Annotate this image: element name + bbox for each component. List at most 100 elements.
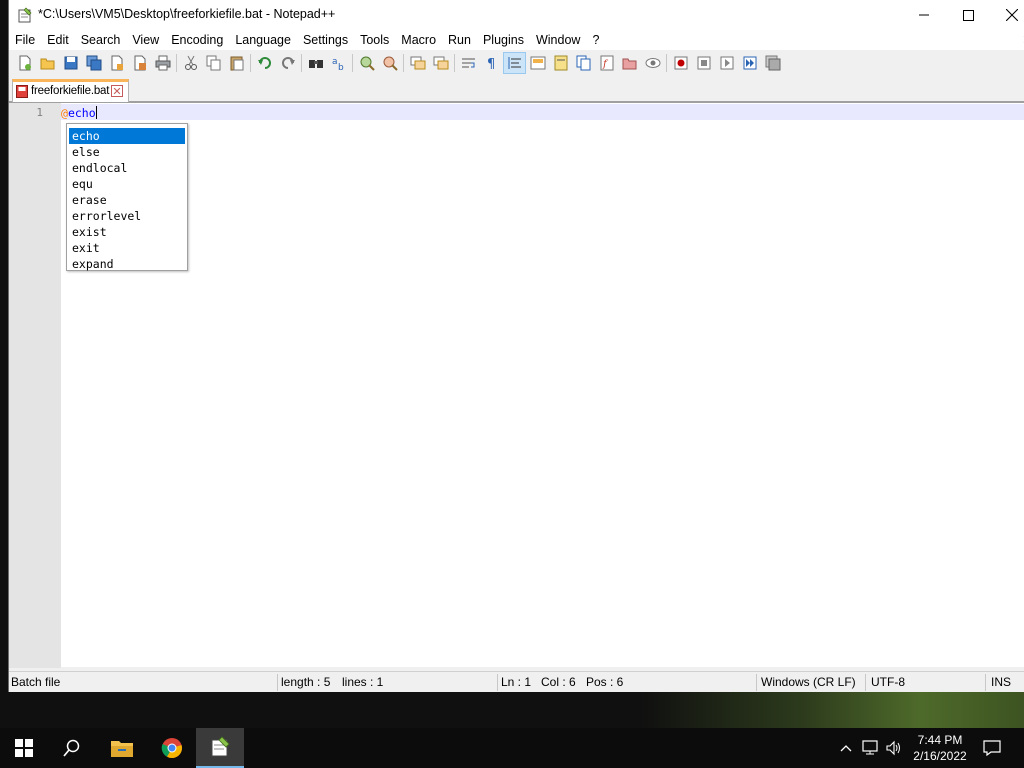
save-icon bbox=[64, 56, 77, 70]
menu-help[interactable]: ? bbox=[586, 30, 605, 50]
autocomplete-item[interactable]: erase bbox=[69, 192, 185, 208]
close-file-icon bbox=[111, 55, 123, 71]
code-line[interactable]: @echo bbox=[61, 105, 97, 121]
zoom-in-icon bbox=[360, 56, 375, 71]
tab-freeforkiefile[interactable]: freeforkiefile.bat bbox=[12, 79, 129, 102]
autocomplete-item[interactable]: exit bbox=[69, 240, 185, 256]
close-icon bbox=[1006, 9, 1018, 21]
svg-text:b: b bbox=[338, 63, 344, 71]
menu-file[interactable]: File bbox=[9, 30, 41, 50]
window-title: *C:\Users\VM5\Desktop\freeforkiefile.bat… bbox=[38, 7, 336, 21]
toolbar: ab ¶ f bbox=[9, 51, 1024, 75]
clock[interactable]: 7:44 PM 2/16/2022 bbox=[906, 732, 974, 764]
close-window-button[interactable] bbox=[989, 0, 1024, 30]
record-macro-button[interactable] bbox=[669, 52, 692, 74]
word-wrap-button[interactable] bbox=[457, 52, 480, 74]
tab-close-icon[interactable] bbox=[111, 85, 123, 97]
autocomplete-item[interactable]: else bbox=[69, 144, 185, 160]
title-bar[interactable]: *C:\Users\VM5\Desktop\freeforkiefile.bat… bbox=[9, 0, 1024, 30]
chrome-button[interactable] bbox=[148, 728, 196, 768]
copy-button[interactable] bbox=[202, 52, 225, 74]
find-button[interactable] bbox=[304, 52, 327, 74]
maximize-button[interactable] bbox=[945, 0, 991, 30]
record-macro-icon bbox=[674, 56, 687, 70]
save-all-button[interactable] bbox=[82, 52, 105, 74]
toolbar-separator bbox=[666, 54, 667, 72]
menu-plugins[interactable]: Plugins bbox=[477, 30, 530, 50]
monitoring-icon bbox=[645, 58, 660, 68]
redo-icon bbox=[281, 57, 295, 69]
volume-button[interactable] bbox=[884, 738, 904, 758]
paste-icon bbox=[230, 56, 243, 71]
menu-run[interactable]: Run bbox=[442, 30, 477, 50]
replace-button[interactable]: ab bbox=[327, 52, 350, 74]
menu-language[interactable]: Language bbox=[229, 30, 297, 50]
file-explorer-button[interactable] bbox=[98, 728, 146, 768]
autocomplete-item[interactable]: errorlevel bbox=[69, 208, 185, 224]
paste-button[interactable] bbox=[225, 52, 248, 74]
toolbar-separator bbox=[352, 54, 353, 72]
redo-button[interactable] bbox=[276, 52, 299, 74]
status-position: Pos : 6 bbox=[586, 675, 624, 689]
autocomplete-item[interactable]: echo bbox=[69, 128, 185, 144]
open-file-button[interactable] bbox=[36, 52, 59, 74]
save-macro-icon bbox=[765, 55, 780, 71]
zoom-in-button[interactable] bbox=[355, 52, 378, 74]
doc-map-button[interactable] bbox=[549, 52, 572, 74]
print-icon bbox=[155, 55, 170, 71]
autocomplete-item[interactable]: exist bbox=[69, 224, 185, 240]
menu-edit[interactable]: Edit bbox=[41, 30, 75, 50]
code-operator: @ bbox=[61, 106, 68, 120]
close-all-button[interactable] bbox=[128, 52, 151, 74]
clock-time: 7:44 PM bbox=[917, 733, 963, 747]
start-button[interactable] bbox=[0, 728, 48, 768]
notepad-plus-plus-taskbar-button[interactable] bbox=[196, 728, 244, 768]
indent-guide-icon bbox=[508, 57, 521, 69]
menu-macro[interactable]: Macro bbox=[395, 30, 442, 50]
document-list-button[interactable] bbox=[572, 52, 595, 74]
playback-macro-button[interactable] bbox=[715, 52, 738, 74]
minimize-button[interactable] bbox=[901, 0, 947, 30]
show-all-characters-button[interactable]: ¶ bbox=[480, 52, 503, 74]
sync-horizontal-button[interactable] bbox=[429, 52, 452, 74]
menu-window[interactable]: Window bbox=[530, 30, 586, 50]
menu-search[interactable]: Search bbox=[75, 30, 127, 50]
autocomplete-item[interactable]: endlocal bbox=[69, 160, 185, 176]
run-macro-multiple-button[interactable] bbox=[738, 52, 761, 74]
show-hidden-icons-button[interactable] bbox=[836, 738, 856, 758]
sync-vertical-button[interactable] bbox=[406, 52, 429, 74]
save-macro-button[interactable] bbox=[761, 52, 784, 74]
close-button[interactable] bbox=[105, 52, 128, 74]
notepad-plus-plus-window: *C:\Users\VM5\Desktop\freeforkiefile.bat… bbox=[8, 0, 1024, 692]
menu-settings[interactable]: Settings bbox=[297, 30, 354, 50]
open-file-icon bbox=[40, 58, 54, 70]
stop-recording-button[interactable] bbox=[692, 52, 715, 74]
menu-tools[interactable]: Tools bbox=[354, 30, 395, 50]
cut-button[interactable] bbox=[179, 52, 202, 74]
menu-view[interactable]: View bbox=[126, 30, 165, 50]
print-button[interactable] bbox=[151, 52, 174, 74]
show-all-characters-icon: ¶ bbox=[487, 57, 495, 71]
status-encoding: UTF-8 bbox=[871, 675, 905, 689]
svg-text:a: a bbox=[332, 57, 338, 67]
search-button[interactable] bbox=[48, 728, 96, 768]
folder-as-workspace-button[interactable] bbox=[618, 52, 641, 74]
monitoring-button[interactable] bbox=[641, 52, 664, 74]
user-language-button[interactable] bbox=[526, 52, 549, 74]
new-file-button[interactable] bbox=[13, 52, 36, 74]
zoom-out-button[interactable] bbox=[378, 52, 401, 74]
line-number: 1 bbox=[36, 106, 43, 119]
undo-button[interactable] bbox=[253, 52, 276, 74]
function-list-button[interactable]: f bbox=[595, 52, 618, 74]
autocomplete-list[interactable]: echo else endlocal equ erase errorlevel … bbox=[66, 123, 188, 271]
menu-encoding[interactable]: Encoding bbox=[165, 30, 229, 50]
indent-guide-button[interactable] bbox=[503, 52, 526, 74]
autocomplete-item[interactable]: expand bbox=[69, 256, 185, 272]
notifications-button[interactable] bbox=[982, 738, 1002, 758]
save-button[interactable] bbox=[59, 52, 82, 74]
network-button[interactable] bbox=[860, 738, 880, 758]
close-all-icon bbox=[134, 55, 146, 71]
copy-icon bbox=[206, 55, 220, 71]
status-eol-format: Windows (CR LF) bbox=[761, 675, 856, 689]
autocomplete-item[interactable]: equ bbox=[69, 176, 185, 192]
